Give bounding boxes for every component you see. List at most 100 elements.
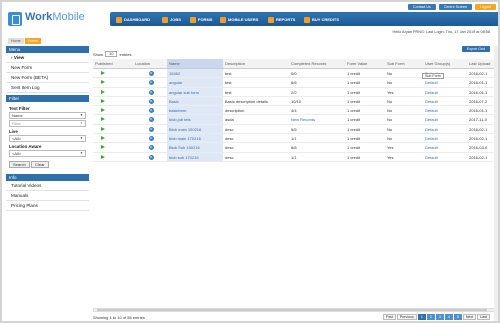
horizontal-scrollbar[interactable]	[93, 308, 496, 312]
centre-screen-link[interactable]: Centre Screen	[438, 4, 472, 10]
form-name[interactable]: blob job tets	[167, 115, 223, 124]
col-location[interactable]: Location	[133, 59, 167, 68]
globe-icon[interactable]	[149, 98, 154, 104]
live-label: Live	[9, 129, 18, 134]
live-select[interactable]: <All>	[9, 135, 86, 142]
play-icon[interactable]	[101, 71, 105, 75]
col-last-upload[interactable]: Last Upload	[467, 59, 496, 68]
play-icon[interactable]	[101, 145, 105, 150]
page-next[interactable]: Next	[462, 314, 477, 320]
globe-icon[interactable]	[149, 145, 154, 151]
page-5[interactable]: 5	[453, 314, 462, 320]
col-description[interactable]: Description	[223, 59, 289, 68]
logout-top-link[interactable]: Logout	[475, 4, 496, 10]
form-name[interactable]: basicform	[167, 106, 223, 115]
play-icon[interactable]	[101, 108, 105, 113]
info-item-pricing-plans[interactable]: Pricing Plans	[6, 201, 89, 211]
page-1[interactable]: 1	[417, 314, 426, 320]
play-icon[interactable]	[101, 117, 105, 122]
nav-buy-credits[interactable]: BUY CREDITS	[304, 15, 339, 24]
play-icon[interactable]	[101, 136, 105, 141]
page-3[interactable]: 3	[435, 314, 444, 320]
globe-icon[interactable]	[149, 71, 154, 76]
table-row[interactable]: Blob main 150216 desc 5/5 1 credit No Default…	[93, 124, 496, 135]
export-grid-button[interactable]: Export Grid	[461, 46, 490, 52]
col-published[interactable]: Published	[93, 59, 133, 68]
form-name[interactable]: 15462	[167, 69, 223, 78]
contact-us-link[interactable]: Contact Us	[408, 4, 436, 10]
search-button[interactable]: Search	[9, 161, 30, 168]
user-group[interactable]: Default	[423, 134, 467, 142]
nav-jobs[interactable]: JOBS	[162, 15, 181, 24]
form-name[interactable]: blob sub 170216	[167, 152, 223, 161]
globe-icon[interactable]	[149, 136, 154, 142]
table-row[interactable]: angular sub form test 2/2 1 credit Yes Defaul…	[93, 87, 496, 97]
menu-item-new-form[interactable]: New Form	[6, 63, 89, 73]
sub-form: No	[387, 98, 393, 104]
page-last[interactable]: Last	[477, 314, 490, 320]
entries-select[interactable]: 10	[105, 51, 118, 57]
play-icon[interactable]	[101, 89, 105, 94]
table-row[interactable]: Blob Sub 150216 desc 8/8 1 credit Yes Default…	[93, 143, 496, 153]
nav-dashboard[interactable]: DASHBOARD	[116, 15, 150, 24]
nav-mobile-users[interactable]: MOBILE USERS	[220, 15, 258, 24]
table-row[interactable]: blob sub 170216 desc 1/1 1 credit Yes Default…	[93, 152, 496, 162]
location-aware-label: Location Aware	[9, 144, 42, 149]
col-completed-records[interactable]: Completed Records	[289, 59, 345, 68]
user-group[interactable]: Default	[423, 88, 467, 96]
page-4[interactable]: 4	[444, 314, 453, 320]
col-user-groups[interactable]: User Group(s)	[423, 59, 467, 68]
col-form-value[interactable]: Form Value	[345, 59, 385, 68]
play-icon[interactable]	[101, 126, 105, 131]
scrollbar-thumb[interactable]	[97, 309, 487, 311]
form-name[interactable]: Blob main 150216	[167, 124, 223, 134]
col-sub-form[interactable]: Sub Form	[385, 59, 423, 68]
form-name[interactable]: blob main 170216	[167, 134, 223, 143]
globe-icon[interactable]	[149, 154, 154, 160]
text-filter-input[interactable]: Filter	[9, 120, 86, 127]
logo[interactable]: WorkMobile	[8, 10, 108, 32]
globe-icon[interactable]	[149, 126, 154, 132]
form-name[interactable]: Blob Sub 150216	[167, 143, 223, 152]
info-item-tutorial-videos[interactable]: Tutorial Videos	[6, 181, 89, 191]
table-row[interactable]: Basic Basic description details 10/10 1 cre…	[93, 96, 496, 107]
globe-icon[interactable]	[149, 117, 154, 123]
user-group[interactable]: Default	[423, 97, 467, 105]
user-group[interactable]: Default	[423, 125, 467, 133]
clear-button[interactable]: Clear	[31, 161, 49, 168]
user-group[interactable]: Default	[423, 153, 467, 161]
play-icon[interactable]	[101, 154, 105, 159]
page-first[interactable]: First	[382, 314, 396, 320]
menu-item-sent-item-log[interactable]: Sent Item Log	[6, 83, 89, 93]
form-name[interactable]: Basic	[167, 96, 223, 106]
user-group[interactable]: Default	[423, 106, 467, 114]
table-row[interactable]: blob job tets asda New Records 1 credit No De…	[93, 115, 496, 125]
info-item-manuals[interactable]: Manuals	[6, 191, 89, 201]
globe-icon[interactable]	[149, 80, 154, 86]
page-previous[interactable]: Previous	[396, 314, 417, 320]
text-filter-select[interactable]: Name	[9, 112, 86, 119]
user-group[interactable]: Default	[423, 143, 467, 151]
globe-icon[interactable]	[149, 89, 154, 95]
nav-forms[interactable]: FORMS	[190, 15, 212, 24]
breadcrumb-home[interactable]: Home	[8, 38, 24, 44]
play-icon[interactable]	[101, 98, 105, 103]
table-row[interactable]: blob main 170216 desc 1/1 1 credit No Default…	[93, 134, 496, 144]
logo-text: WorkMobile	[25, 11, 85, 23]
table-row[interactable]: angular test 6/6 1 credit No Default 2016-01-1	[93, 78, 496, 88]
globe-icon[interactable]	[149, 108, 154, 114]
menu-item-view[interactable]: › View	[6, 53, 89, 63]
page-2[interactable]: 2	[426, 314, 435, 320]
play-icon[interactable]	[101, 80, 105, 85]
location-aware-select[interactable]: <All>	[9, 150, 86, 157]
vertical-scrollbar[interactable]	[494, 46, 498, 321]
form-name[interactable]: angular	[167, 78, 223, 87]
user-group[interactable]: Default	[423, 115, 467, 123]
menu-item-new-form-beta[interactable]: New Form (BETA)	[6, 73, 89, 83]
table-row[interactable]: basicform description 4/4 1 credit No Default…	[93, 106, 496, 116]
completed-records[interactable]: New Records	[289, 115, 345, 123]
col-name[interactable]: Name	[167, 59, 223, 68]
user-group[interactable]: Default	[423, 78, 467, 86]
nav-reports[interactable]: REPORTS	[268, 15, 295, 24]
form-name[interactable]: angular sub form	[167, 87, 223, 96]
